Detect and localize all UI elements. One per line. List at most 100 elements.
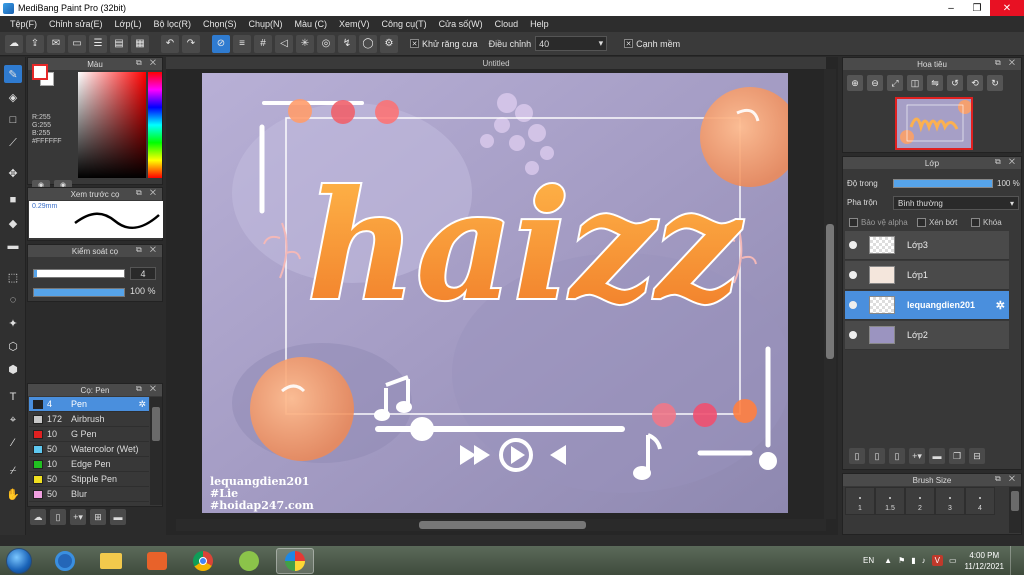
cloud-brush-icon[interactable]: ☁ (30, 509, 46, 525)
antialias-toggle[interactable]: ✕ Khử răng cưa (410, 39, 478, 49)
menu-color[interactable]: Màu (C) (289, 19, 334, 29)
document-tab[interactable]: Untitled (166, 57, 826, 69)
app-icon-green[interactable] (230, 548, 268, 574)
file-explorer-icon[interactable] (92, 548, 130, 574)
brush-size-option[interactable]: 3 (935, 487, 965, 515)
protect-alpha-toggle[interactable]: Bảo vệ alpha (849, 218, 908, 227)
rotate-right-icon[interactable]: ↻ (987, 75, 1003, 91)
navigator-thumbnail[interactable] (895, 97, 973, 150)
fill-rect-tool-icon[interactable]: ■ (4, 191, 22, 209)
rotate-reset-icon[interactable]: ⟲ (967, 75, 983, 91)
new-folder-icon[interactable]: ▬ (929, 448, 945, 464)
clock[interactable]: 4:00 PM 11/12/2021 (965, 550, 1004, 572)
eyedropper-alt-tool-icon[interactable]: ⌿ (4, 462, 22, 480)
eyedropper-tool-icon[interactable]: ⁄ (4, 434, 22, 452)
panel-icon[interactable]: ▤ (110, 34, 128, 53)
layer-row-lop3[interactable]: Lớp3 (845, 231, 1009, 260)
network-icon[interactable]: ▮ (911, 556, 915, 565)
page-icon[interactable]: ▭ (68, 34, 86, 53)
share-icon[interactable]: ⇪ (26, 34, 44, 53)
concentric-snap-icon[interactable]: ◎ (317, 34, 335, 53)
antialias-checkbox[interactable]: ✕ (410, 39, 419, 48)
brush-size-option[interactable]: 4 (965, 487, 995, 515)
menu-layer[interactable]: Lớp(L) (109, 19, 148, 29)
maximize-button[interactable]: ❐ (964, 0, 990, 16)
perspective-snap-icon[interactable]: ◁ (275, 34, 293, 53)
brush-item-airbrush[interactable]: 172 Airbrush (29, 412, 149, 427)
artwork-canvas[interactable]: haizz lequangdien201 #Lie #hoidap247.com (202, 73, 788, 513)
hand-tool-icon[interactable]: ✋ (4, 485, 22, 503)
lock-toggle[interactable]: Khóa (971, 218, 1002, 227)
panel-popout-icon[interactable]: ⧉ ✕ (136, 384, 159, 394)
snap-off-icon[interactable]: ⊘ (212, 34, 230, 53)
layer-row-lop1[interactable]: Lớp1 (845, 261, 1009, 290)
gear-icon[interactable]: ✲ (138, 399, 146, 410)
radial-snap-icon[interactable]: ✳ (296, 34, 314, 53)
redo-icon[interactable]: ↷ (182, 34, 200, 53)
select-pen-tool-icon[interactable]: ⬡ (4, 337, 22, 355)
brush-tool-icon[interactable]: ✎ (4, 65, 22, 83)
new-brush-icon[interactable]: ▯ (50, 509, 66, 525)
brush-size-scrollbar[interactable] (1009, 487, 1021, 533)
layer-opacity-slider[interactable] (893, 179, 993, 188)
magic-wand-tool-icon[interactable]: ✦ (4, 314, 22, 332)
volume-icon[interactable]: ♪ (922, 556, 926, 565)
ellipse-snap-icon[interactable]: ◯ (359, 34, 377, 53)
select-eraser-tool-icon[interactable]: ⬢ (4, 360, 22, 378)
menu-help[interactable]: Help (524, 19, 555, 29)
menu-tools[interactable]: Công cụ(T) (376, 19, 433, 29)
visibility-icon[interactable] (849, 271, 857, 279)
select-tool-icon[interactable]: ⬚ (4, 268, 22, 286)
menu-filter[interactable]: Bộ lọc(R) (147, 19, 197, 29)
actual-size-icon[interactable]: ◫ (907, 75, 923, 91)
operation-tool-icon[interactable]: ⌖ (4, 411, 22, 429)
chrome-icon[interactable] (184, 548, 222, 574)
curve-snap-icon[interactable]: ↯ (338, 34, 356, 53)
canvas-horizontal-scroll-thumb[interactable] (419, 521, 586, 529)
new-layer-icon[interactable]: ▯ (849, 448, 865, 464)
gradient-tool-icon[interactable]: ▬ (4, 237, 22, 255)
medibang-taskbar-icon[interactable] (276, 548, 314, 574)
internet-explorer-icon[interactable] (46, 548, 84, 574)
flag-icon[interactable]: ⚑ (898, 556, 905, 565)
brush-size-option[interactable]: 1.5 (875, 487, 905, 515)
zoom-in-icon[interactable]: ⊕ (847, 75, 863, 91)
document-icon[interactable]: ☰ (89, 34, 107, 53)
protect-alpha-checkbox[interactable] (849, 218, 858, 227)
clipping-checkbox[interactable] (917, 218, 926, 227)
brush-folder-icon[interactable]: ▬ (110, 509, 126, 525)
panel-popout-icon[interactable]: ⧉ ✕ (995, 157, 1018, 167)
antivirus-icon[interactable]: V (931, 555, 943, 566)
canvas-horizontal-scrollbar[interactable] (176, 519, 826, 531)
lock-checkbox[interactable] (971, 218, 980, 227)
lasso-tool-icon[interactable]: ◌ (4, 291, 22, 309)
grid-icon[interactable]: ▦ (131, 34, 149, 53)
clipping-toggle[interactable]: Xén bớt (917, 218, 957, 227)
zoom-out-icon[interactable]: ⊖ (867, 75, 883, 91)
close-button[interactable]: ✕ (990, 0, 1024, 16)
visibility-icon[interactable] (849, 301, 857, 309)
snap-settings-icon[interactable]: ⚙ (380, 34, 398, 53)
media-player-icon[interactable] (138, 548, 176, 574)
menu-file[interactable]: Tệp(F) (4, 19, 43, 29)
visibility-icon[interactable] (849, 241, 857, 249)
smooth-toggle[interactable]: ✕ Cạnh mềm (624, 39, 680, 49)
panel-popout-icon[interactable]: ⧉ ✕ (995, 58, 1018, 68)
rotate-left-icon[interactable]: ↺ (947, 75, 963, 91)
duplicate-layer-icon[interactable]: ❐ (949, 448, 965, 464)
smooth-checkbox[interactable]: ✕ (624, 39, 634, 48)
menu-snap[interactable]: Chụp(N) (243, 19, 289, 29)
menu-cloud[interactable]: Cloud (489, 19, 525, 29)
brush-opacity-slider[interactable] (33, 288, 125, 297)
blend-mode-select[interactable]: Bình thường ▾ (893, 196, 1019, 210)
brush-item-g-pen[interactable]: 10 G Pen (29, 427, 149, 442)
brush-item-pen[interactable]: 4 Pen ✲ (29, 397, 149, 412)
start-button[interactable] (6, 548, 32, 574)
brush-item-blur[interactable]: 50 Blur (29, 487, 149, 502)
menu-select[interactable]: Chọn(S) (197, 19, 243, 29)
panel-popout-icon[interactable]: ⧉ ✕ (136, 188, 159, 198)
battery-icon[interactable]: ▭ (949, 556, 957, 565)
visibility-icon[interactable] (849, 331, 857, 339)
add-brush-icon[interactable]: +▾ (70, 509, 86, 525)
show-desktop-button[interactable] (1010, 546, 1018, 575)
